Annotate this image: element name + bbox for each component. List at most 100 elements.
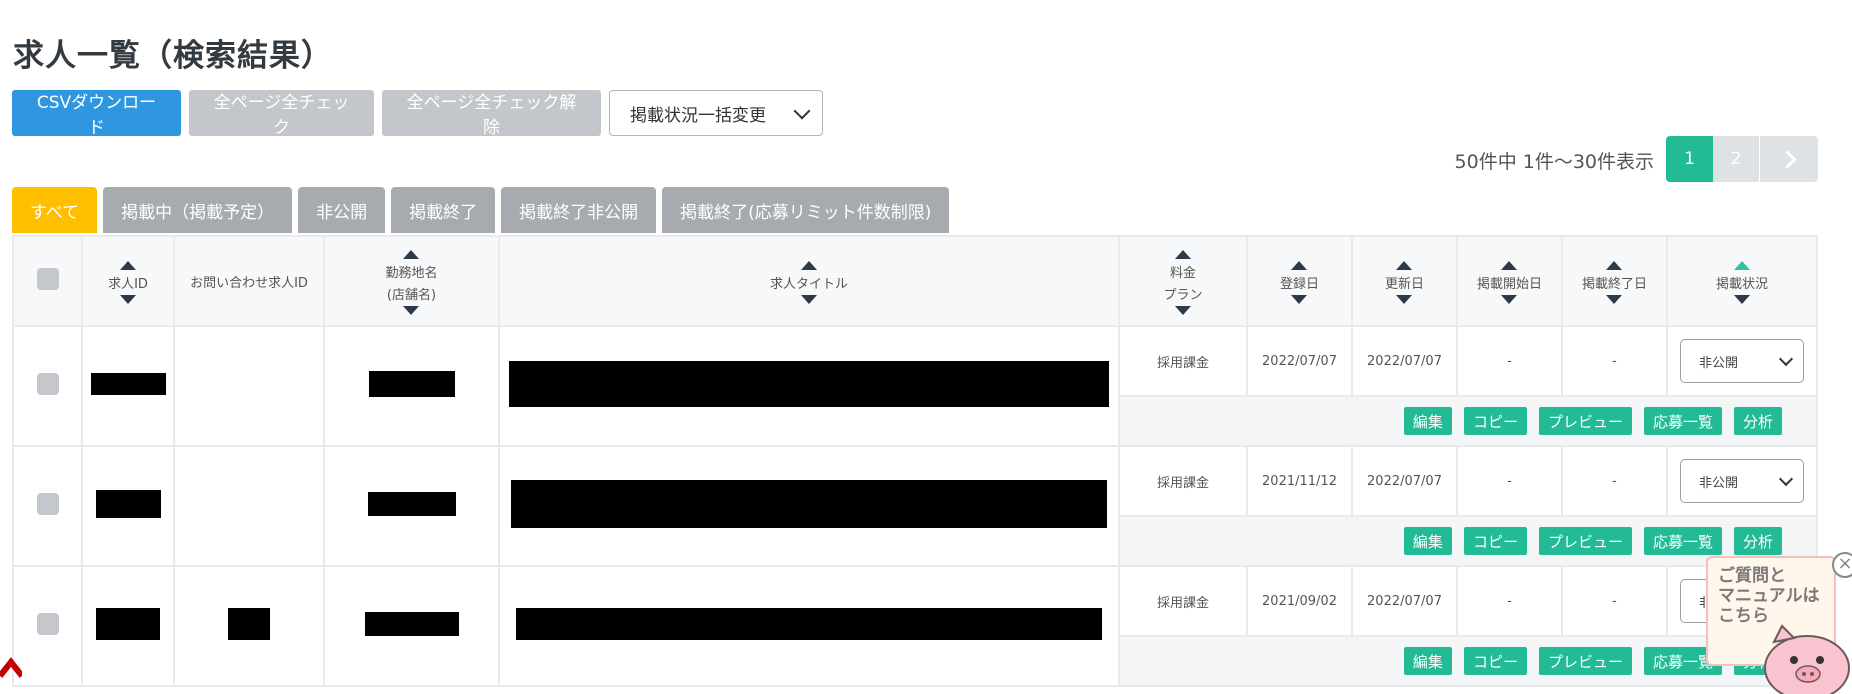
bulk-status-change-select[interactable]: 掲載状況一括変更	[609, 90, 823, 136]
job-id-cell	[81, 565, 175, 687]
sort-desc-icon[interactable]	[1396, 294, 1413, 304]
sort-asc-icon[interactable]	[403, 249, 420, 259]
sort-desc-icon[interactable]	[1733, 294, 1750, 304]
redacted-block	[368, 371, 455, 397]
sort-asc-icon[interactable]	[1291, 260, 1308, 270]
chevron-up-icon[interactable]	[0, 650, 22, 680]
sort-desc-icon[interactable]	[1606, 294, 1623, 304]
header-pub-end[interactable]: 掲載終了日	[1561, 235, 1668, 327]
sort-asc-icon[interactable]	[1396, 260, 1413, 270]
location-cell	[323, 565, 500, 687]
row-checkbox[interactable]	[36, 373, 59, 395]
sort-asc-icon[interactable]	[1606, 260, 1623, 270]
pub-start-cell: -	[1456, 565, 1563, 637]
copy-button[interactable]: コピー	[1463, 647, 1527, 675]
sort-desc-icon[interactable]	[119, 294, 136, 304]
header-location[interactable]: 勤務地名 (店舗名)	[323, 235, 500, 327]
header-job-title[interactable]: 求人タイトル	[498, 235, 1120, 327]
pig-mascot-icon	[1764, 624, 1850, 694]
copy-button[interactable]: コピー	[1463, 527, 1527, 555]
header-inquiry-id: お問い合わせ求人ID	[173, 235, 325, 327]
applicants-button[interactable]: 応募一覧	[1643, 407, 1722, 435]
tab-ended-private[interactable]: 掲載終了非公開	[501, 187, 657, 233]
redacted-block	[95, 490, 161, 518]
sort-desc-icon[interactable]	[1501, 294, 1518, 304]
sort-desc-icon[interactable]	[403, 305, 420, 315]
header-status[interactable]: 掲載状況	[1666, 235, 1818, 327]
bulk-status-change-value: 掲載状況一括変更	[630, 105, 766, 126]
row-actions: 編集 コピー プレビュー 応募一覧 分析	[1118, 395, 1818, 447]
tab-private[interactable]: 非公開	[298, 187, 386, 233]
row-select-cell	[12, 565, 83, 687]
status-select[interactable]: 非公開	[1680, 339, 1804, 383]
registered-cell: 2022/07/07	[1246, 325, 1353, 397]
status-tabs: すべて 掲載中（掲載予定） 非公開 掲載終了 掲載終了非公開 掲載終了(応募リミ…	[12, 187, 950, 233]
job-title-cell	[498, 325, 1120, 447]
analysis-button[interactable]: 分析	[1733, 407, 1782, 435]
applicants-button[interactable]: 応募一覧	[1643, 527, 1722, 555]
registered-cell: 2021/09/02	[1246, 565, 1353, 637]
row-select-cell	[12, 445, 83, 567]
sort-desc-icon[interactable]	[1174, 305, 1191, 315]
row-select-cell	[12, 325, 83, 447]
page-1-button[interactable]: 1	[1666, 136, 1713, 182]
tab-ended[interactable]: 掲載終了	[391, 187, 496, 233]
preview-button[interactable]: プレビュー	[1538, 527, 1632, 555]
next-page-button[interactable]	[1760, 136, 1818, 182]
pub-end-cell: -	[1561, 565, 1668, 637]
chevron-down-icon	[1778, 351, 1794, 366]
select-all-checkbox[interactable]	[36, 268, 59, 290]
preview-button[interactable]: プレビュー	[1538, 407, 1632, 435]
job-title-cell	[498, 445, 1120, 567]
redacted-block	[90, 373, 166, 395]
csv-download-button[interactable]: CSVダウンロード	[12, 90, 181, 138]
tab-ended-limit[interactable]: 掲載終了(応募リミット件数制限)	[662, 187, 950, 233]
registered-cell: 2021/11/12	[1246, 445, 1353, 517]
sort-asc-icon[interactable]	[1174, 249, 1191, 259]
sort-asc-icon[interactable]	[1733, 260, 1750, 270]
inquiry-id-cell	[173, 445, 325, 567]
pagination: 1 2	[1666, 136, 1818, 182]
sort-asc-icon[interactable]	[1501, 260, 1518, 270]
header-job-id[interactable]: 求人ID	[81, 235, 175, 327]
sort-asc-icon[interactable]	[800, 260, 817, 270]
check-all-pages-button[interactable]: 全ページ全チェック	[189, 90, 374, 138]
redacted-block	[516, 608, 1102, 640]
redacted-block	[511, 480, 1107, 528]
analysis-button[interactable]: 分析	[1733, 527, 1782, 555]
uncheck-all-pages-button[interactable]: 全ページ全チェック解除	[382, 90, 601, 138]
close-icon[interactable]: ×	[1832, 552, 1852, 578]
header-registered[interactable]: 登録日	[1246, 235, 1353, 327]
inquiry-id-cell	[173, 565, 325, 687]
redacted-block	[509, 361, 1109, 407]
row-checkbox[interactable]	[36, 493, 59, 515]
sort-desc-icon[interactable]	[1291, 294, 1308, 304]
edit-button[interactable]: 編集	[1403, 407, 1452, 435]
tab-published[interactable]: 掲載中（掲載予定）	[103, 187, 293, 233]
page-2-button[interactable]: 2	[1713, 136, 1760, 182]
help-text: ご質問と マニュアルは こちら	[1718, 566, 1820, 626]
edit-button[interactable]: 編集	[1403, 647, 1452, 675]
copy-button[interactable]: コピー	[1463, 407, 1527, 435]
job-id-cell	[81, 325, 175, 447]
header-pub-start[interactable]: 掲載開始日	[1456, 235, 1563, 327]
page-title: 求人一覧（検索結果）	[13, 38, 333, 74]
row-checkbox[interactable]	[36, 613, 59, 635]
plan-cell: 採用課金	[1118, 565, 1248, 637]
header-plan[interactable]: 料金 プラン	[1118, 235, 1248, 327]
redacted-block	[228, 608, 270, 640]
header-updated[interactable]: 更新日	[1351, 235, 1458, 327]
plan-cell: 採用課金	[1118, 445, 1248, 517]
preview-button[interactable]: プレビュー	[1538, 647, 1632, 675]
redacted-block	[364, 612, 459, 636]
toolbar: CSVダウンロード 全ページ全チェック 全ページ全チェック解除 掲載状況一括変更	[12, 90, 823, 138]
status-select[interactable]: 非公開	[1680, 459, 1804, 503]
help-widget[interactable]: ご質問と マニュアルは こちら ×	[1702, 552, 1852, 694]
sort-asc-icon[interactable]	[119, 260, 136, 270]
edit-button[interactable]: 編集	[1403, 527, 1452, 555]
redacted-block	[367, 492, 456, 516]
job-id-cell	[81, 445, 175, 567]
tab-all[interactable]: すべて	[12, 187, 98, 233]
pub-start-cell: -	[1456, 445, 1563, 517]
sort-desc-icon[interactable]	[800, 294, 817, 304]
